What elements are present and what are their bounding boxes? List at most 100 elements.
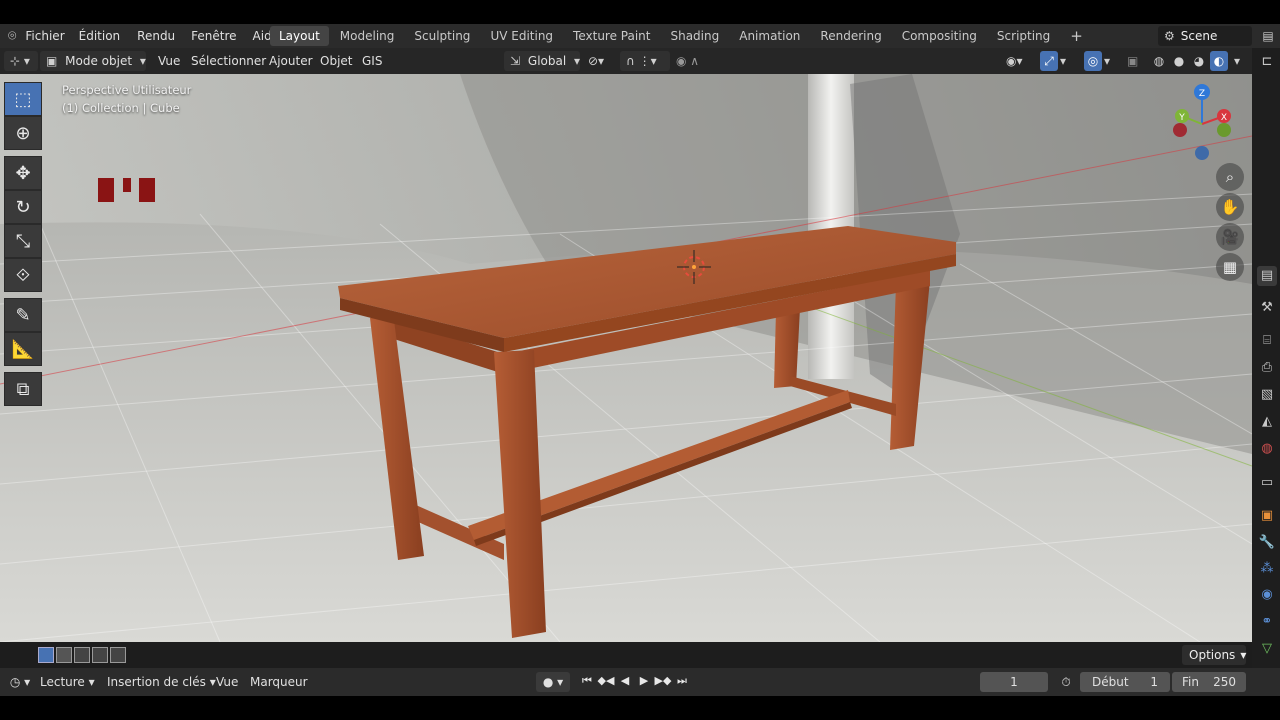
view-name: Perspective Utilisateur [62, 83, 192, 97]
annotate-tool[interactable]: ✎ [4, 298, 42, 332]
select-extend-icon[interactable] [56, 647, 72, 663]
select-intersect-icon[interactable] [110, 647, 126, 663]
tab-scripting[interactable]: Scripting [988, 26, 1059, 46]
constraints-properties-icon[interactable]: ⚭ [1257, 612, 1277, 632]
tab-layout[interactable]: Layout [270, 26, 329, 46]
annotate-icon: ✎ [15, 304, 31, 326]
stopwatch-icon[interactable]: ⏱ [1056, 672, 1076, 692]
render-properties-icon[interactable]: ⌸ [1257, 331, 1277, 351]
view-layer-icon[interactable]: ▤ [1256, 24, 1280, 48]
play-icon[interactable]: ▶ [635, 672, 653, 690]
pivot-dropdown[interactable]: ⊘▾ [588, 51, 614, 71]
orientation-dropdown[interactable]: ⇲ Global ▾ [504, 51, 580, 71]
tab-modeling[interactable]: Modeling [331, 26, 404, 46]
editor-type-dropdown[interactable]: ⊹ ▾ [4, 51, 38, 71]
cursor-tool[interactable]: ⊕ [4, 116, 42, 150]
rendered-shading-icon[interactable]: ◐ [1210, 51, 1228, 71]
scene-icon: ⚙ [1164, 29, 1175, 43]
scene-selector[interactable]: ⚙ Scene [1158, 26, 1252, 46]
zoom-button[interactable]: ⌕ [1216, 163, 1244, 191]
measure-tool[interactable]: 📐 [4, 332, 42, 366]
mode-label: Mode objet [65, 54, 133, 68]
add-workspace-button[interactable]: + [1061, 26, 1092, 46]
menu-fenetre[interactable]: Fenêtre [183, 24, 244, 48]
object-mode-icon: ▣ [46, 54, 58, 68]
wireframe-shading-icon[interactable]: ◍ [1150, 51, 1168, 71]
world-properties-icon[interactable]: ◍ [1257, 439, 1277, 459]
pivot-icon: ⊘▾ [588, 54, 605, 68]
solid-shading-icon[interactable]: ● [1170, 51, 1188, 71]
start-frame-field[interactable]: Début 1 [1080, 672, 1170, 692]
menu-fichier[interactable]: Fichier [20, 24, 69, 48]
camera-view-button[interactable]: 🎥 [1216, 223, 1244, 251]
rotate-tool[interactable]: ↻ [4, 190, 42, 224]
tab-uv-editing[interactable]: UV Editing [481, 26, 562, 46]
select-subtract-icon[interactable] [74, 647, 90, 663]
keying-dropdown[interactable]: Insertion de clés ▾ [107, 672, 216, 692]
tab-animation[interactable]: Animation [730, 26, 809, 46]
proportional-icon: ◉ ∧ [676, 54, 700, 68]
modifier-properties-icon[interactable]: 🔧 [1257, 533, 1277, 553]
selection-mode-buttons [38, 647, 126, 663]
chevron-down-icon[interactable]: ▾ [1230, 51, 1244, 71]
collection-properties-icon[interactable]: ▭ [1257, 473, 1277, 493]
tab-sculpting[interactable]: Sculpting [405, 26, 479, 46]
scene-name: Scene [1180, 29, 1218, 43]
scene-properties-icon[interactable]: ◭ [1257, 412, 1277, 432]
overlays-toggle[interactable]: ◎ ▾ [1084, 51, 1120, 71]
physics-properties-icon[interactable]: ◉ [1257, 585, 1277, 605]
playback-dropdown[interactable]: Lecture ▾ [40, 672, 95, 692]
snap-toggle[interactable]: ∩ ⋮▾ [620, 51, 670, 71]
add-cube-tool[interactable]: ⧉ [4, 372, 42, 406]
tool-shelf: ⬚ ⊕ ✥ ↻ ⤡ ⟐ ✎ 📐 ⧉ [4, 82, 44, 406]
object-properties-icon[interactable]: ▣ [1257, 506, 1277, 526]
move-tool[interactable]: ✥ [4, 156, 42, 190]
menu-ajouter[interactable]: Ajouter [269, 51, 313, 71]
mode-dropdown[interactable]: ▣ Mode objet ▾ [40, 51, 146, 71]
prev-keyframe-icon[interactable]: ◆◀ [597, 672, 615, 690]
3d-viewport[interactable]: Z X Y Perspective Utilisateur (1) Collec… [0, 74, 1252, 642]
xray-toggle[interactable]: ▣ [1127, 51, 1145, 71]
view-layer-properties-icon[interactable]: ▧ [1257, 385, 1277, 405]
select-box-tool[interactable]: ⬚ [4, 82, 42, 116]
jump-end-icon[interactable]: ⏭ [673, 672, 691, 690]
menu-rendu[interactable]: Rendu [129, 24, 183, 48]
outliner-toggle-icon[interactable]: ⊏ [1257, 52, 1277, 72]
menu-selectionner[interactable]: Sélectionner [191, 51, 266, 71]
data-properties-icon[interactable]: ▽ [1257, 639, 1277, 659]
tool-properties-icon[interactable]: ▤ [1257, 266, 1277, 286]
options-dropdown[interactable]: Options ▾ [1182, 645, 1246, 665]
end-frame-field[interactable]: Fin 250 [1172, 672, 1246, 692]
ortho-toggle-button[interactable]: ▦ [1216, 253, 1244, 281]
timeline-view-menu[interactable]: Vue [216, 672, 238, 692]
material-shading-icon[interactable]: ◕ [1190, 51, 1208, 71]
proportional-edit-toggle[interactable]: ◉ ∧ [676, 51, 724, 71]
transform-tool[interactable]: ⟐ [4, 258, 42, 292]
tab-texture-paint[interactable]: Texture Paint [564, 26, 659, 46]
particles-properties-icon[interactable]: ⁂ [1257, 559, 1277, 579]
menu-edition[interactable]: Édition [70, 24, 130, 48]
current-frame-field[interactable]: 1 [980, 672, 1048, 692]
pan-button[interactable]: ✋ [1216, 193, 1244, 221]
select-invert-icon[interactable] [92, 647, 108, 663]
menu-gis[interactable]: GIS [362, 51, 382, 71]
orientation-icon: ⇲ [510, 54, 521, 68]
play-reverse-icon[interactable]: ◀ [616, 672, 634, 690]
tool-settings-icon[interactable]: ⚒ [1257, 298, 1277, 318]
menu-objet[interactable]: Objet [320, 51, 352, 71]
tab-compositing[interactable]: Compositing [893, 26, 986, 46]
jump-start-icon[interactable]: ⏮ [578, 672, 596, 690]
tab-shading[interactable]: Shading [661, 26, 728, 46]
visibility-dropdown[interactable]: ◉▾ [1006, 51, 1034, 71]
scale-tool[interactable]: ⤡ [4, 224, 42, 258]
next-keyframe-icon[interactable]: ▶◆ [654, 672, 672, 690]
marker-menu[interactable]: Marqueur [250, 672, 308, 692]
auto-keying-toggle[interactable]: ● ▾ [536, 672, 570, 692]
select-new-icon[interactable] [38, 647, 54, 663]
editor-type-dropdown[interactable]: ◷ ▾ [6, 672, 34, 692]
tab-rendering[interactable]: Rendering [811, 26, 890, 46]
menu-vue[interactable]: Vue [158, 51, 180, 71]
output-properties-icon[interactable]: ⎙ [1257, 358, 1277, 378]
gizmo-toggle[interactable]: ⤢ ▾ [1040, 51, 1076, 71]
blender-logo-icon[interactable]: ⌾ [4, 24, 20, 48]
